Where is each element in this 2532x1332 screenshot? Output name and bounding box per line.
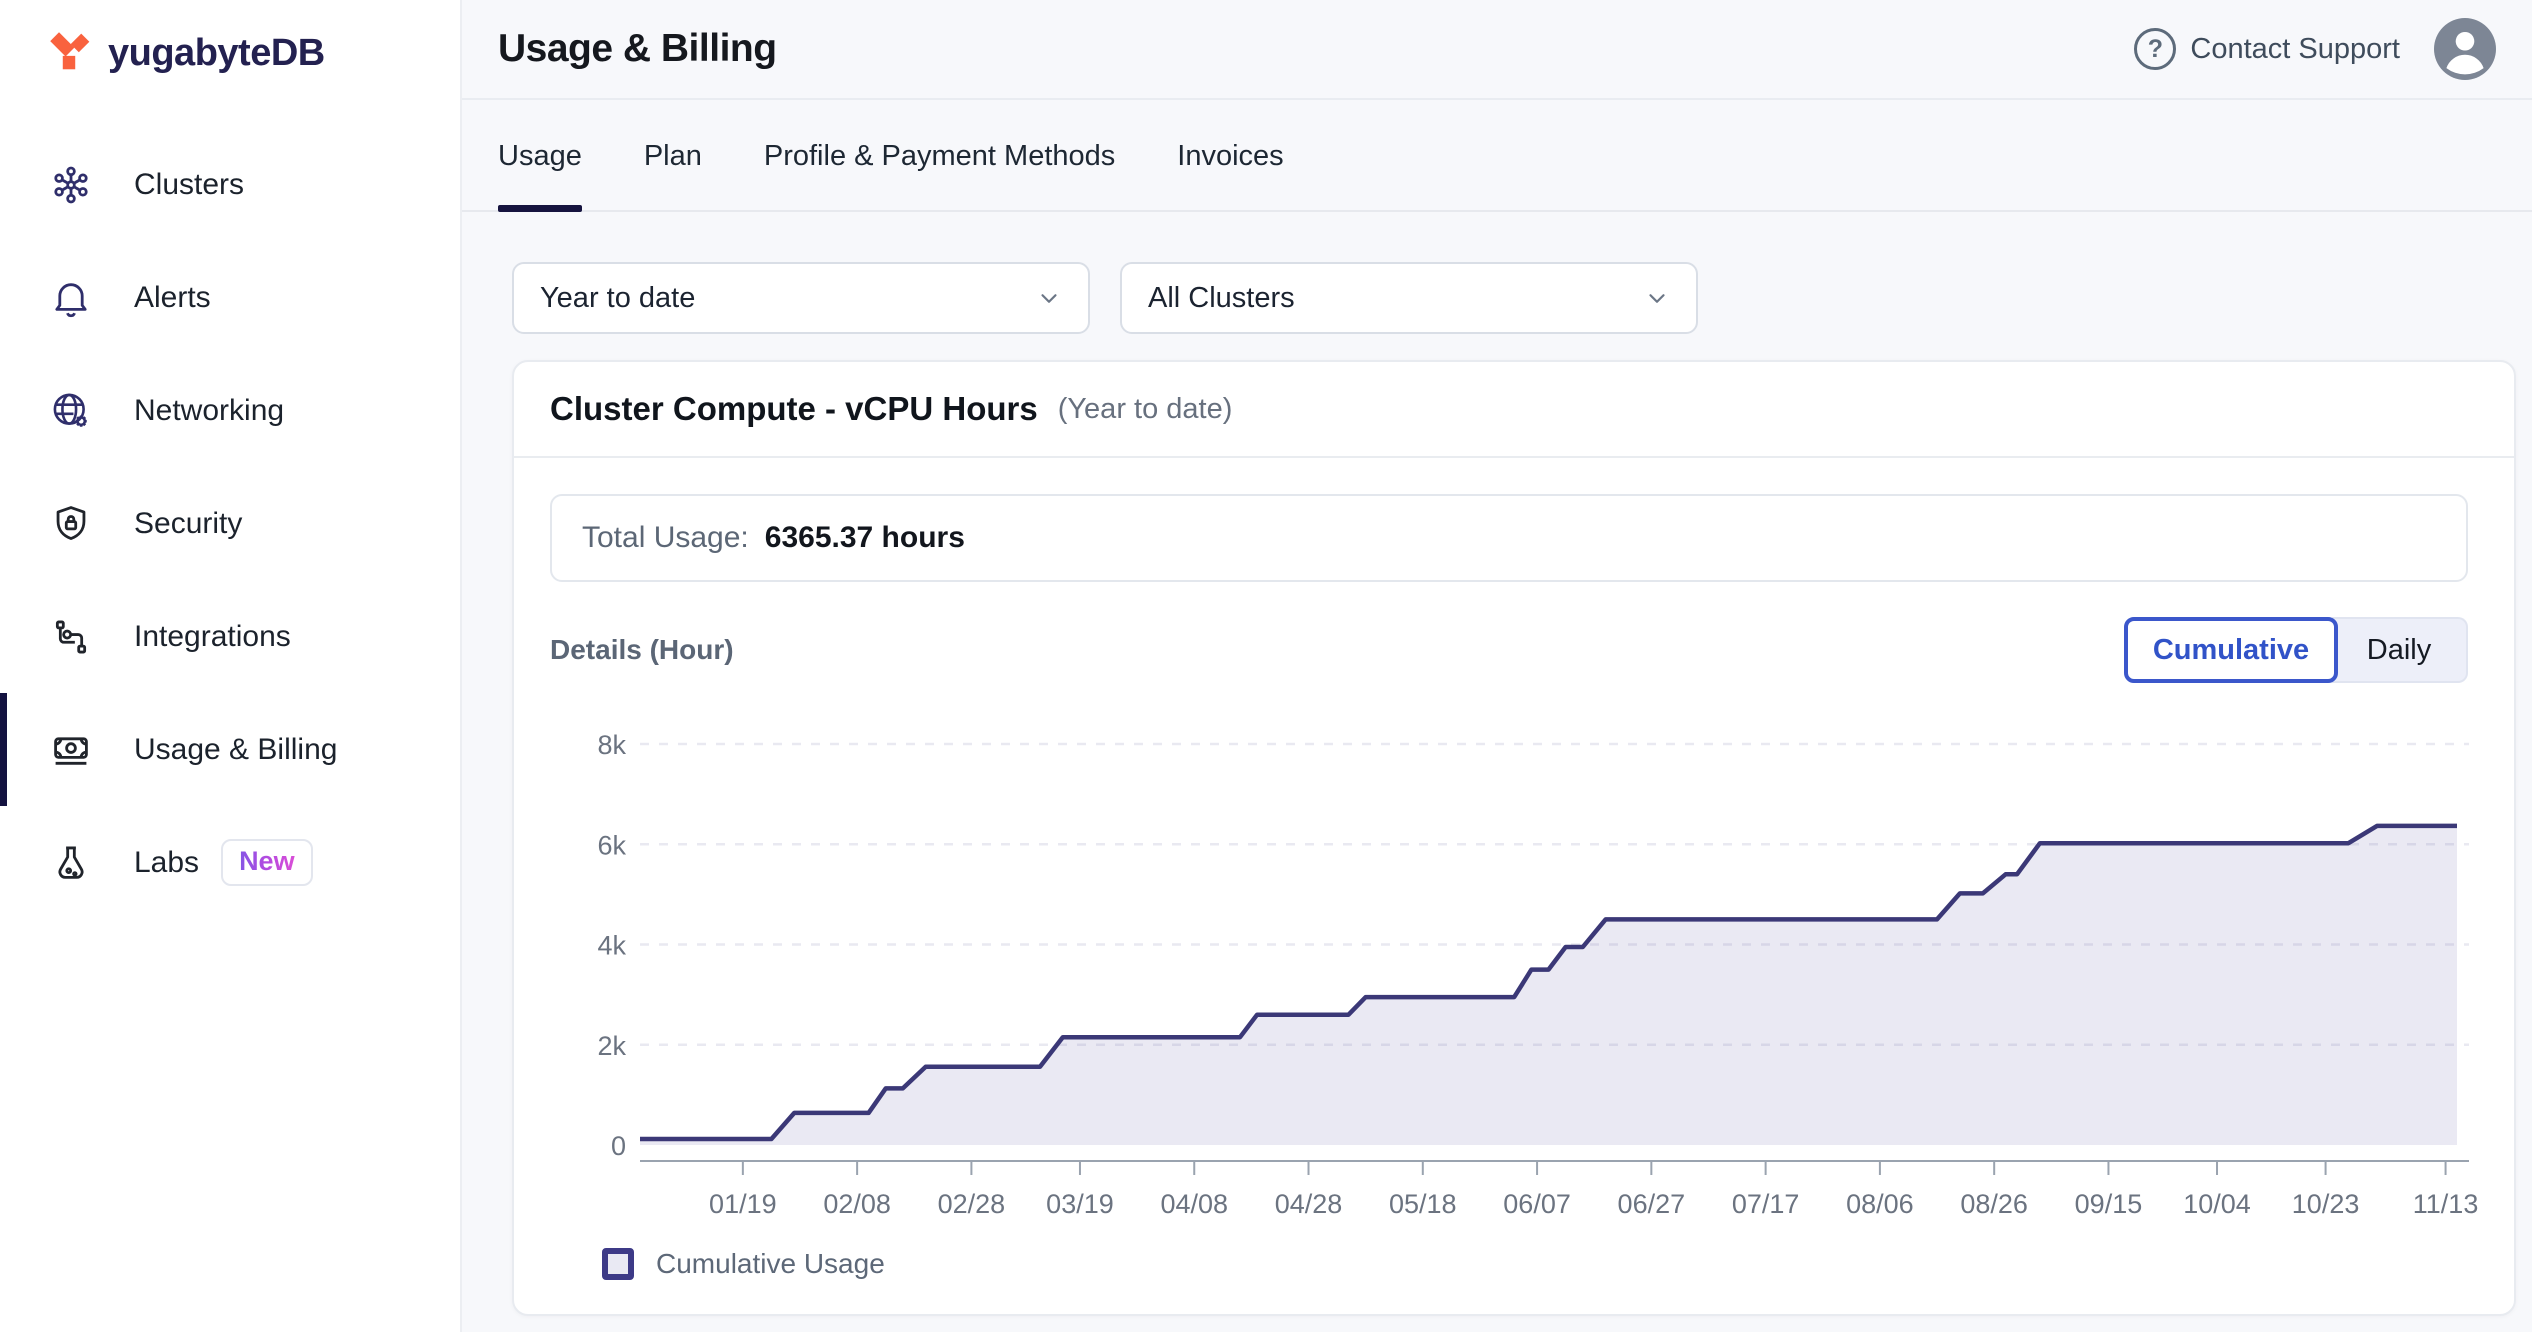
active-tab-indicator [498,205,582,212]
active-indicator [0,693,7,806]
sidebar-item-integrations[interactable]: Integrations [0,580,460,693]
sidebar-item-security[interactable]: Security [0,467,460,580]
daily-toggle-button[interactable]: Daily [2332,617,2468,683]
cumulative-usage-area-chart: 0 2k 4k 6k 8k 01/19 02/08 02/28 03/19 04/08 04/28 0… [538,734,2482,1236]
logo[interactable]: yugabyteDB [0,0,460,76]
usage-card-subtitle: (Year to date) [1058,393,1233,426]
sidebar-item-clusters[interactable]: Clusters [0,128,460,241]
usage-card-header: Cluster Compute - vCPU Hours (Year to da… [514,362,2514,458]
total-usage-label: Total Usage: [582,521,749,555]
y-axis-tick-label: 0 [611,1131,626,1161]
legend-label: Cumulative Usage [656,1248,885,1280]
new-badge: New [221,839,313,886]
tab-usage[interactable]: Usage [498,102,582,210]
tab-label: Profile & Payment Methods [764,140,1115,173]
chart-legend[interactable]: Cumulative Usage [602,1248,885,1280]
tab-label: Usage [498,140,582,173]
cluster-select[interactable]: All Clusters [1120,262,1698,334]
sidebar-item-label: Integrations [134,620,291,654]
page-title: Usage & Billing [498,27,777,71]
usage-card: Cluster Compute - vCPU Hours (Year to da… [512,360,2516,1316]
x-axis-tick-label: 02/28 [938,1189,1006,1219]
y-axis-tick-label: 8k [597,734,626,760]
y-axis-tick-label: 4k [597,931,626,961]
details-label: Details (Hour) [550,634,734,666]
chevron-down-icon [1644,285,1670,311]
x-axis-tick-label: 04/28 [1275,1189,1343,1219]
sidebar-item-label: Alerts [134,281,211,315]
total-usage-box: Total Usage: 6365.37 hours [550,494,2468,582]
flask-icon [50,842,92,884]
y-axis-tick-label: 2k [597,1031,626,1061]
details-row: Details (Hour) Cumulative Daily [550,614,2468,686]
globe-gear-icon [50,390,92,432]
sidebar-item-label: Security [134,507,242,541]
x-axis-tick-label: 07/17 [1732,1189,1800,1219]
yugabytedb-logo-icon [46,30,92,76]
usage-card-title: Cluster Compute - vCPU Hours [550,390,1038,428]
tab-label: Invoices [1177,140,1283,173]
sidebar-item-labs[interactable]: Labs New [0,806,460,919]
user-avatar[interactable] [2434,18,2496,80]
filters-row: Year to date All Clusters [512,262,1698,334]
help-icon: ? [2134,28,2176,70]
sidebar-item-label: Labs [134,846,199,880]
logo-text: yugabyteDB [108,32,325,75]
time-range-value: Year to date [540,282,695,315]
sidebar-item-label: Clusters [134,168,244,202]
chevron-down-icon [1036,285,1062,311]
x-axis-tick-label: 04/08 [1160,1189,1228,1219]
x-axis-tick-label: 08/26 [1960,1189,2028,1219]
x-axis-tick-label: 08/06 [1846,1189,1914,1219]
cluster-select-value: All Clusters [1148,282,1295,315]
tab-bar: Usage Plan Profile & Payment Methods Invoic… [462,102,2532,212]
tab-plan[interactable]: Plan [644,102,702,210]
topbar: Usage & Billing ? Contact Support [462,0,2532,100]
contact-support-label: Contact Support [2190,33,2400,66]
sidebar-nav: Clusters Alerts Networking Security Integrat… [0,128,460,919]
sidebar-item-alerts[interactable]: Alerts [0,241,460,354]
contact-support-button[interactable]: ? Contact Support [2134,28,2400,70]
clusters-icon [50,164,92,206]
x-axis-tick-label: 11/13 [2413,1189,2479,1219]
integrations-icon [50,616,92,658]
x-axis-tick-label: 05/18 [1389,1189,1457,1219]
x-axis-tick-label: 09/15 [2075,1189,2143,1219]
y-axis-tick-label: 6k [597,830,626,860]
x-axis-tick-label: 10/23 [2292,1189,2360,1219]
sidebar-item-networking[interactable]: Networking [0,354,460,467]
view-toggle: Cumulative Daily [2124,617,2468,683]
usage-chart: 0 2k 4k 6k 8k 01/19 02/08 02/28 03/19 04/08 04/28 0… [538,734,2482,1236]
tab-invoices[interactable]: Invoices [1177,102,1283,210]
shield-lock-icon [50,503,92,545]
legend-marker-icon [602,1248,634,1280]
time-range-select[interactable]: Year to date [512,262,1090,334]
x-axis-tick-label: 03/19 [1046,1189,1114,1219]
sidebar-item-usage-billing[interactable]: Usage & Billing [0,693,460,806]
cumulative-toggle-button[interactable]: Cumulative [2124,617,2338,683]
tab-profile-payment-methods[interactable]: Profile & Payment Methods [764,102,1115,210]
x-axis-tick-label: 02/08 [823,1189,891,1219]
sidebar-item-label: Networking [134,394,284,428]
x-axis-tick-label: 06/27 [1618,1189,1686,1219]
sidebar: yugabyteDB Clusters Alerts Networking Secur… [0,0,462,1332]
tab-label: Plan [644,140,702,173]
area-fill [640,826,2457,1145]
x-axis-tick-label: 06/07 [1503,1189,1571,1219]
bell-icon [50,277,92,319]
sidebar-item-label: Usage & Billing [134,733,337,767]
x-axis-tick-label: 01/19 [709,1189,777,1219]
main-content: Usage & Billing ? Contact Support Usage P… [462,0,2532,1332]
total-usage-value: 6365.37 hours [765,521,965,555]
billing-icon [50,729,92,771]
x-axis-tick-label: 10/04 [2183,1189,2251,1219]
